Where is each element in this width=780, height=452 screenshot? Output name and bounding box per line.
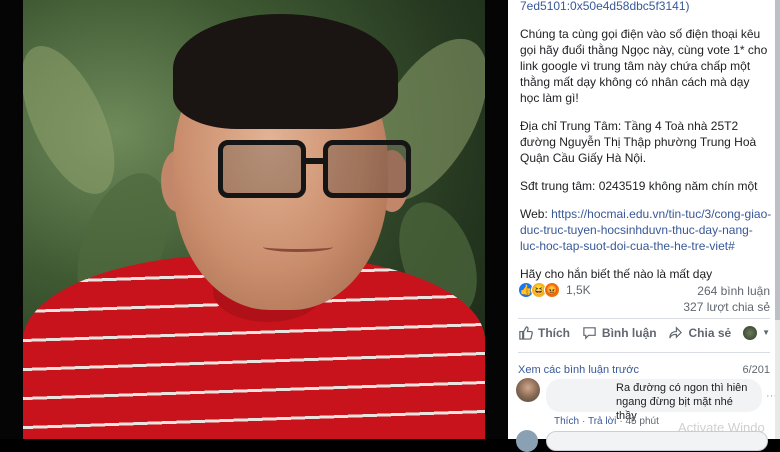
comment-time[interactable]: 45 phút [625, 416, 658, 427]
post-text: 7ed5101:0x50e4d58dbc5f3141) Chúng ta cùn… [520, 0, 772, 294]
windows-activation-watermark: Activate Windo [678, 420, 765, 435]
share-icon [669, 326, 683, 339]
like-button[interactable]: Thích [518, 325, 570, 340]
post-address: Địa chỉ Trung Tâm: Tầng 4 Toà nhà 25T2 đ… [520, 119, 757, 165]
action-bar: Thích Bình luận Chia sẻ ▼ [518, 325, 770, 340]
web-label: Web: [520, 207, 552, 221]
comment-count[interactable]: 264 bình luận [697, 284, 770, 298]
angry-reaction-icon: 😡 [544, 282, 560, 298]
profile-avatar [743, 325, 758, 340]
comment-label: Bình luận [601, 325, 657, 340]
post-web: Web: https://hocmai.edu.vn/tin-tuc/3/con… [520, 206, 772, 254]
reaction-summary[interactable]: 👍 😆 😡 1,5K [518, 282, 591, 298]
comment-bubble: Ra đường có ngon thì hiên ngang đừng bịt… [546, 379, 762, 422]
current-user-avatar [516, 430, 538, 452]
comment-page-count: 6/201 [742, 364, 770, 376]
web-link[interactable]: https://hocmai.edu.vn/tin-tuc/3/cong-gia… [520, 207, 771, 253]
post-closing: Hãy cho hắn biết thế nào là mất dạy [520, 267, 713, 281]
comment-actions: Thích · Trả lời · 45 phút [554, 416, 659, 427]
post-side-panel: 7ed5101:0x50e4d58dbc5f3141) Chúng ta cùn… [508, 0, 780, 452]
comment-reply-link[interactable]: Trả lời [588, 416, 616, 427]
share-label: Chia sẻ [688, 325, 732, 340]
comment-icon [583, 327, 596, 340]
commenter-avatar[interactable] [516, 378, 540, 402]
glasses-left-lens [218, 140, 306, 198]
post-phone: Sđt trung tâm: 0243519 không năm chín mộ… [520, 179, 758, 193]
view-previous-comments[interactable]: Xem các bình luận trước [518, 364, 639, 376]
comment-button[interactable]: Bình luận [582, 325, 657, 340]
post-photo[interactable] [23, 0, 485, 439]
hair [173, 14, 398, 129]
scrollbar-thumb[interactable] [775, 0, 780, 320]
thumbs-up-icon [519, 326, 533, 340]
background-leaf [23, 32, 134, 208]
share-count[interactable]: 327 lượt chia sẻ [683, 300, 770, 314]
smile [263, 242, 333, 252]
reaction-count[interactable]: 1,5K [566, 283, 591, 297]
photo-viewer[interactable] [0, 0, 508, 439]
post-paragraph: Chúng ta cùng gọi điện vào số điện thoại… [520, 27, 768, 105]
commenter-name-redacted[interactable] [554, 381, 612, 393]
glasses-bridge [306, 158, 326, 164]
share-button[interactable]: Chia sẻ [668, 325, 731, 340]
like-label: Thích [538, 325, 570, 340]
audience-selector[interactable]: ▼ [743, 325, 770, 340]
comment-like-link[interactable]: Thích [554, 416, 579, 427]
post-hash-line[interactable]: 7ed5101:0x50e4d58dbc5f3141) [520, 0, 772, 14]
divider [518, 352, 770, 353]
divider [518, 318, 770, 319]
glasses-right-lens [323, 140, 411, 198]
chevron-down-icon: ▼ [762, 328, 770, 337]
